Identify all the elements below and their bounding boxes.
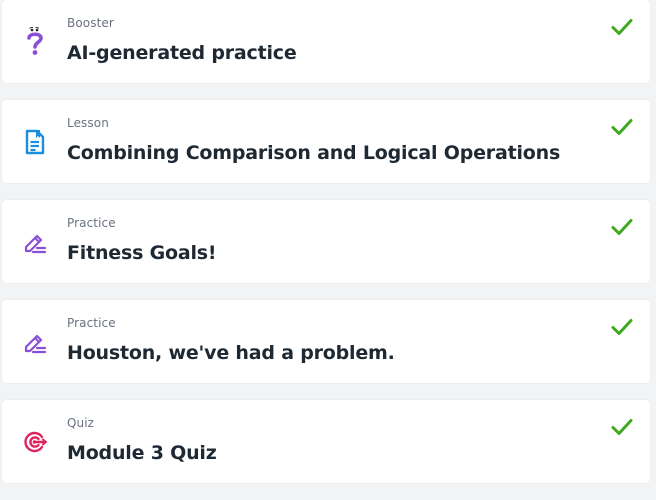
completed-check-icon bbox=[611, 18, 633, 36]
completed-check-icon bbox=[611, 118, 633, 136]
item-type-label: Practice bbox=[67, 216, 116, 230]
practice-pencil-icon bbox=[22, 227, 48, 257]
item-title: Houston, we've had a problem. bbox=[67, 342, 395, 364]
item-title: Fitness Goals! bbox=[67, 242, 217, 264]
module-item-practice[interactable]: Practice Houston, we've had a problem. bbox=[2, 300, 650, 383]
item-type-label: Quiz bbox=[67, 416, 95, 430]
item-type-label: Lesson bbox=[67, 116, 109, 130]
booster-question-icon bbox=[22, 27, 48, 57]
completed-check-icon bbox=[611, 318, 633, 336]
item-title: Module 3 Quiz bbox=[67, 442, 217, 464]
item-title: AI-generated practice bbox=[67, 42, 297, 64]
module-item-quiz[interactable]: Quiz Module 3 Quiz bbox=[2, 400, 650, 483]
item-type-label: Booster bbox=[67, 16, 114, 30]
module-item-practice[interactable]: Practice Fitness Goals! bbox=[2, 200, 650, 283]
lesson-document-icon bbox=[22, 127, 48, 157]
module-item-booster[interactable]: Booster AI-generated practice bbox=[2, 0, 650, 83]
item-title: Combining Comparison and Logical Operati… bbox=[67, 142, 561, 164]
practice-pencil-icon bbox=[22, 327, 48, 357]
quiz-target-icon bbox=[22, 427, 48, 457]
completed-check-icon bbox=[611, 418, 633, 436]
item-type-label: Practice bbox=[67, 316, 116, 330]
module-item-lesson[interactable]: Lesson Combining Comparison and Logical … bbox=[2, 100, 650, 183]
completed-check-icon bbox=[611, 218, 633, 236]
module-item-list: Booster AI-generated practice Lesson Com… bbox=[2, 0, 650, 500]
